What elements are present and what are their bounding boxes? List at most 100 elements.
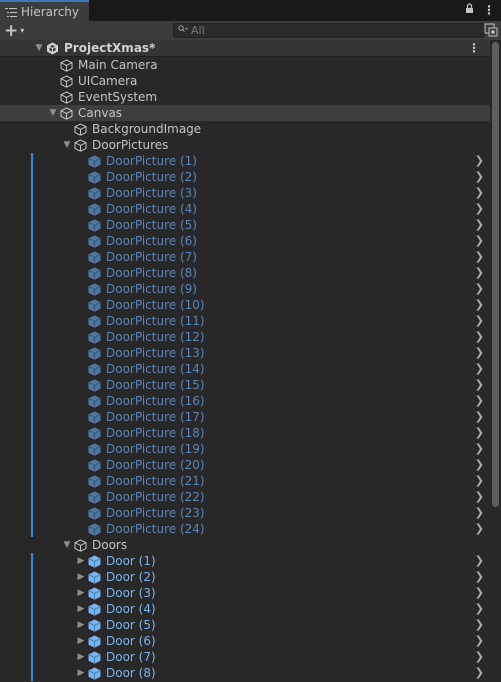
tree-item[interactable]: DoorPicture (24) ❯ <box>0 521 490 537</box>
tree-item[interactable]: DoorPicture (22) ❯ <box>0 489 490 505</box>
chevron-right-icon[interactable]: ❯ <box>475 169 484 185</box>
prefab-cube-icon <box>88 619 101 632</box>
tree-item[interactable]: ▶ Door (4) ❯ <box>0 601 490 617</box>
fold-closed-icon[interactable]: ▶ <box>75 601 87 617</box>
kebab-menu-icon[interactable]: ⋮ <box>483 3 495 17</box>
tree-item[interactable]: DoorPicture (14) ❯ <box>0 361 490 377</box>
chevron-right-icon[interactable]: ❯ <box>475 409 484 425</box>
tree-item[interactable]: DoorPicture (20) ❯ <box>0 457 490 473</box>
tree-item[interactable]: DoorPicture (21) ❯ <box>0 473 490 489</box>
tree-item[interactable]: DoorPicture (15) ❯ <box>0 377 490 393</box>
chevron-right-icon[interactable]: ❯ <box>475 217 484 233</box>
lock-icon[interactable] <box>465 3 474 17</box>
tree-item[interactable]: DoorPicture (12) ❯ <box>0 329 490 345</box>
fold-open-icon[interactable]: ▼ <box>61 137 73 153</box>
tree-item[interactable]: DoorPicture (9) ❯ <box>0 281 490 297</box>
tree-item[interactable]: ▶ Door (3) ❯ <box>0 585 490 601</box>
chevron-right-icon[interactable]: ❯ <box>475 153 484 169</box>
tab-hierarchy[interactable]: Hierarchy <box>0 0 89 21</box>
tree-item[interactable]: DoorPicture (16) ❯ <box>0 393 490 409</box>
chevron-right-icon[interactable]: ❯ <box>475 249 484 265</box>
tree-item[interactable]: DoorPicture (7) ❯ <box>0 249 490 265</box>
chevron-right-icon[interactable]: ❯ <box>475 553 484 569</box>
tree-item[interactable]: UICamera <box>0 73 490 89</box>
tree-item-label: BackgroundImage <box>92 122 202 136</box>
tree-item[interactable]: DoorPicture (19) ❯ <box>0 441 490 457</box>
tree-item[interactable]: DoorPicture (11) ❯ <box>0 313 490 329</box>
fold-closed-icon[interactable]: ▶ <box>75 585 87 601</box>
tree-item[interactable]: ▶ Door (8) ❯ <box>0 665 490 681</box>
tree-item[interactable]: DoorPicture (13) ❯ <box>0 345 490 361</box>
fold-open-icon[interactable]: ▼ <box>47 105 59 121</box>
fold-closed-icon[interactable]: ▶ <box>75 569 87 585</box>
tree-item[interactable]: ▼ Canvas <box>0 105 490 121</box>
tree-item[interactable]: DoorPicture (4) ❯ <box>0 201 490 217</box>
chevron-right-icon[interactable]: ❯ <box>475 665 484 681</box>
chevron-right-icon[interactable]: ❯ <box>475 201 484 217</box>
chevron-right-icon[interactable]: ❯ <box>475 313 484 329</box>
tree-item[interactable]: DoorPicture (10) ❯ <box>0 297 490 313</box>
chevron-right-icon[interactable]: ❯ <box>475 329 484 345</box>
fold-open-icon[interactable]: ▼ <box>33 40 45 56</box>
tree-item[interactable]: DoorPicture (6) ❯ <box>0 233 490 249</box>
create-button[interactable]: + ▾ <box>4 22 32 39</box>
fold-open-icon[interactable]: ▼ <box>61 537 73 553</box>
prefab-override-bar <box>31 313 33 329</box>
tree-item[interactable]: ▶ Door (1) ❯ <box>0 553 490 569</box>
chevron-right-icon[interactable]: ❯ <box>475 345 484 361</box>
search-input[interactable] <box>191 24 471 37</box>
tree-item[interactable]: DoorPicture (18) ❯ <box>0 425 490 441</box>
tree-item[interactable]: DoorPicture (2) ❯ <box>0 169 490 185</box>
chevron-right-icon[interactable]: ❯ <box>475 601 484 617</box>
vertical-scrollbar[interactable] <box>490 40 501 682</box>
chevron-right-icon[interactable]: ❯ <box>475 281 484 297</box>
chevron-right-icon[interactable]: ❯ <box>475 633 484 649</box>
chevron-right-icon[interactable]: ❯ <box>475 393 484 409</box>
fold-closed-icon[interactable]: ▶ <box>75 553 87 569</box>
chevron-right-icon[interactable]: ❯ <box>475 617 484 633</box>
tree-item[interactable]: ▶ Door (7) ❯ <box>0 649 490 665</box>
scrollbar-thumb[interactable] <box>492 42 499 507</box>
chevron-right-icon[interactable]: ❯ <box>475 441 484 457</box>
chevron-right-icon[interactable]: ❯ <box>475 585 484 601</box>
chevron-right-icon[interactable]: ❯ <box>475 233 484 249</box>
chevron-right-icon[interactable]: ❯ <box>475 185 484 201</box>
fold-closed-icon[interactable]: ▶ <box>75 665 87 681</box>
prefab-override-bar <box>31 265 33 281</box>
tree-item[interactable]: DoorPicture (5) ❯ <box>0 217 490 233</box>
tree-item[interactable]: Main Camera <box>0 57 490 73</box>
fold-closed-icon[interactable]: ▶ <box>75 617 87 633</box>
chevron-right-icon[interactable]: ❯ <box>475 377 484 393</box>
tree-item[interactable]: BackgroundImage <box>0 121 490 137</box>
tree-item[interactable]: ▶ Door (6) ❯ <box>0 633 490 649</box>
gameobject-cube-icon <box>60 107 73 120</box>
chevron-right-icon[interactable]: ❯ <box>475 361 484 377</box>
chevron-right-icon[interactable]: ❯ <box>475 649 484 665</box>
tree-item[interactable]: ▶ Door (2) ❯ <box>0 569 490 585</box>
chevron-right-icon[interactable]: ❯ <box>475 521 484 537</box>
tree-item[interactable]: ▼ DoorPictures <box>0 137 490 153</box>
tree-item[interactable]: DoorPicture (8) ❯ <box>0 265 490 281</box>
fold-closed-icon[interactable]: ▶ <box>75 633 87 649</box>
tree-item[interactable]: EventSystem <box>0 89 490 105</box>
chevron-right-icon[interactable]: ❯ <box>475 473 484 489</box>
scene-row[interactable]: ▼ ProjectXmas* ⋮ <box>0 40 490 57</box>
chevron-right-icon[interactable]: ❯ <box>475 569 484 585</box>
tree-item[interactable]: DoorPicture (17) ❯ <box>0 409 490 425</box>
scene-menu-icon[interactable]: ⋮ <box>468 40 480 56</box>
chevron-right-icon[interactable]: ❯ <box>475 457 484 473</box>
tree-item[interactable]: ▶ Door (5) ❯ <box>0 617 490 633</box>
chevron-right-icon[interactable]: ❯ <box>475 265 484 281</box>
chevron-right-icon[interactable]: ❯ <box>475 505 484 521</box>
tree-item[interactable]: DoorPicture (3) ❯ <box>0 185 490 201</box>
tree-item-label: DoorPicture (15) <box>106 378 205 392</box>
fold-closed-icon[interactable]: ▶ <box>75 649 87 665</box>
tree-item[interactable]: DoorPicture (23) ❯ <box>0 505 490 521</box>
scene-visibility-icon[interactable] <box>484 23 498 37</box>
chevron-right-icon[interactable]: ❯ <box>475 297 484 313</box>
tree-item[interactable]: ▼ Doors <box>0 537 490 553</box>
chevron-right-icon[interactable]: ❯ <box>475 425 484 441</box>
chevron-right-icon[interactable]: ❯ <box>475 489 484 505</box>
tree-item[interactable]: DoorPicture (1) ❯ <box>0 153 490 169</box>
search-field[interactable] <box>173 23 485 38</box>
